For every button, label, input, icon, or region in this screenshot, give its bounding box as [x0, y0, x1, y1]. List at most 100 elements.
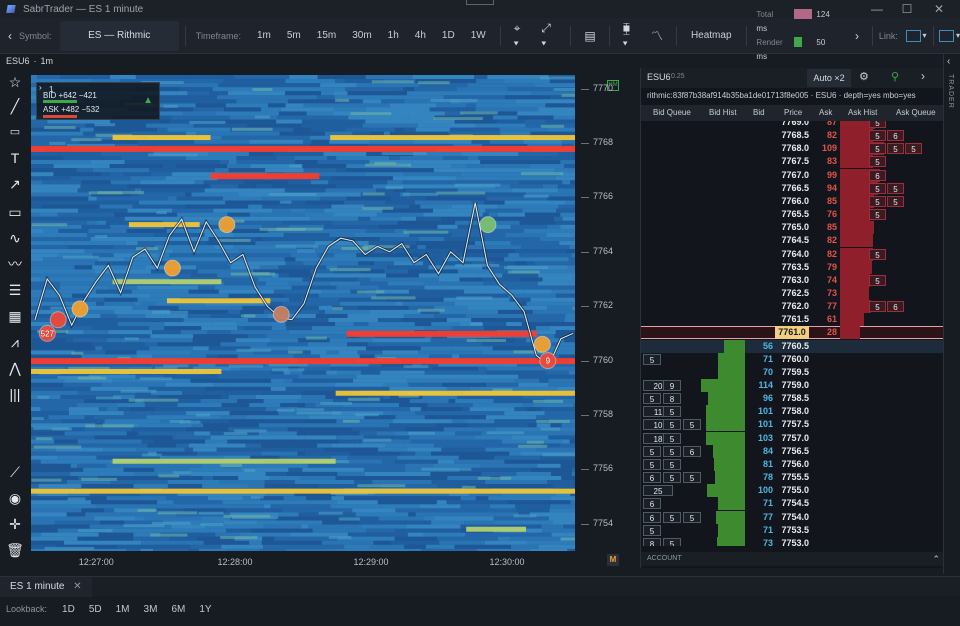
path-tool-icon[interactable]: ∿: [5, 228, 25, 248]
pattern-tool-icon[interactable]: ⩘: [5, 332, 25, 352]
timeframe-1w[interactable]: 1W: [463, 24, 494, 48]
dom-ask-row[interactable]: 7766.5 94 5 5: [641, 181, 944, 195]
timeframe-15m[interactable]: 15m: [309, 24, 344, 48]
candles-icon[interactable]: ⧯ ▾: [616, 21, 644, 51]
chevron-up-icon[interactable]: ⌃: [932, 552, 940, 566]
chevron-down-icon[interactable]: ▾: [923, 31, 927, 40]
time-axis[interactable]: 12:27:00 12:28:00 12:29:00 12:30:00: [31, 551, 575, 573]
back-button[interactable]: ‹: [0, 29, 19, 43]
timeframe-5m[interactable]: 5m: [279, 24, 309, 48]
dom-bid-row[interactable]: 70 7759.5: [641, 365, 944, 379]
fibonacci-tool-icon[interactable]: ☰: [5, 280, 25, 300]
trash-icon[interactable]: 🗑: [5, 540, 25, 560]
dom-ask-row[interactable]: 7766.0 85 5 5: [641, 194, 944, 208]
arrow-tool-icon[interactable]: ↗: [5, 174, 25, 194]
lookback-6m[interactable]: 6M: [164, 604, 192, 615]
dom-mode-button[interactable]: Auto ×2: [807, 69, 851, 87]
dom-ask-row[interactable]: 7765.5 76 5: [641, 208, 944, 222]
ruler-icon[interactable]: ▭: [5, 122, 25, 142]
crosshair-mode-icon[interactable]: ⌖ ▾: [507, 21, 535, 51]
timeframe-30m[interactable]: 30m: [344, 24, 379, 48]
dom-ask-row[interactable]: 7762.0 77 5 6: [641, 300, 944, 314]
measure-tool-icon[interactable]: |||: [5, 384, 25, 404]
layout-icon[interactable]: [939, 29, 955, 42]
chevron-left-icon[interactable]: ‹: [947, 56, 950, 67]
dom-last-trade-row[interactable]: 7761.0 28: [641, 326, 944, 340]
lookback-1m[interactable]: 1M: [109, 604, 137, 615]
dom-bid-row[interactable]: 96 7758.5 5 8: [641, 392, 944, 406]
settings-gear-icon[interactable]: ⚙: [859, 70, 869, 83]
maximize-button[interactable]: ☐: [892, 0, 922, 18]
dom-ask-row[interactable]: 7769.0 87 5: [641, 121, 944, 129]
dom-bid-row[interactable]: 77 7754.0 6 5 5: [641, 510, 944, 524]
price-cell: 7764.0: [781, 248, 809, 259]
timeframe-1h[interactable]: 1h: [380, 24, 407, 48]
market-badge[interactable]: M: [607, 554, 619, 566]
timeframe-1d[interactable]: 1D: [434, 24, 463, 48]
symbol-selector[interactable]: ES — Rithmic: [59, 20, 179, 51]
dom-ask-row[interactable]: 7762.5 73: [641, 286, 944, 300]
dom-ask-row[interactable]: 7764.0 82 5: [641, 247, 944, 261]
divider: [872, 25, 873, 46]
timeframe-1m[interactable]: 1m: [249, 24, 279, 48]
tooltip-expand-icon[interactable]: ›: [39, 83, 42, 92]
text-tool-icon[interactable]: T: [5, 148, 25, 168]
dom-bid-row[interactable]: 71 7754.5 6: [641, 497, 944, 511]
chevron-down-icon[interactable]: ▾: [956, 31, 960, 40]
tab-es-1-minute[interactable]: ES 1 minute ✕: [0, 576, 92, 597]
crosshair-icon[interactable]: ✛: [5, 514, 25, 534]
dom-ask-row[interactable]: 7767.0 99 6: [641, 168, 944, 182]
indicator-chart-icon[interactable]: ⟋: [5, 462, 25, 482]
indicators-icon[interactable]: 〽: [644, 27, 670, 44]
dom-bid-row[interactable]: 73 7753.0 8 5: [641, 536, 944, 546]
trader-tab[interactable]: TRADER: [947, 74, 954, 109]
document-icon[interactable]: ▤: [577, 29, 602, 43]
dom-bid-row[interactable]: 103 7757.0 18 5: [641, 431, 944, 445]
lookback-1d[interactable]: 1D: [55, 604, 82, 615]
dom-bid-row[interactable]: 71 7753.5 5: [641, 523, 944, 537]
rectangle-tool-icon[interactable]: ▭: [5, 202, 25, 222]
eye-icon[interactable]: ◉: [5, 488, 25, 508]
dom-ask-row[interactable]: 7764.5 82: [641, 234, 944, 248]
dom-rows[interactable]: 7769.0 87 5 7768.5 82 5 6 7768.0 109 5 5 5 7767.5 83 5…: [641, 121, 944, 546]
dom-ask-row[interactable]: 7768.0 109 5 5 5: [641, 142, 944, 156]
link-group-icon[interactable]: [905, 29, 921, 42]
wave-tool-icon[interactable]: ⋀: [5, 358, 25, 378]
account-panel-header[interactable]: ACCOUNT ⌃: [641, 552, 944, 566]
dom-bid-row[interactable]: 114 7759.0 20 9: [641, 379, 944, 392]
lookback-1y[interactable]: 1Y: [192, 604, 218, 615]
dom-bid-row[interactable]: 81 7756.0 5 5: [641, 457, 944, 471]
lookback-3m[interactable]: 3M: [137, 604, 165, 615]
favorites-star-icon[interactable]: ☆: [5, 72, 25, 92]
dom-ask-row[interactable]: 7763.0 74 5: [641, 273, 944, 287]
forward-button[interactable]: ›: [848, 29, 866, 43]
brush-tool-icon[interactable]: 〰: [5, 254, 25, 274]
timeframe-4h[interactable]: 4h: [407, 24, 434, 48]
dom-bid-row[interactable]: 101 7757.5 10 5 5: [641, 418, 944, 432]
dom-ask-row[interactable]: 7767.5 83 5: [641, 155, 944, 169]
dom-ask-row[interactable]: 7763.5 79: [641, 260, 944, 274]
close-button[interactable]: ✕: [924, 0, 954, 18]
drag-handle[interactable]: [466, 0, 494, 5]
collapse-chevron-icon[interactable]: ›: [921, 69, 925, 83]
heatmap-button[interactable]: Heatmap: [683, 24, 740, 48]
lookback-5d[interactable]: 5D: [82, 604, 109, 615]
dom-bid-row[interactable]: 101 7758.0 11 5: [641, 405, 944, 419]
dom-ask-row[interactable]: 7768.5 82 5 6: [641, 129, 944, 143]
dom-bid-row[interactable]: 84 7756.5 5 5 6: [641, 444, 944, 458]
dom-bid-row[interactable]: 71 7760.0 5: [641, 352, 944, 366]
dom-ask-row[interactable]: 7761.5 61: [641, 313, 944, 327]
minimize-button[interactable]: —: [862, 0, 892, 18]
dom-ask-row[interactable]: 7765.0 85: [641, 221, 944, 235]
grid-tool-icon[interactable]: ▦: [5, 306, 25, 326]
bid-queue-box: 5: [643, 353, 661, 365]
dom-bid-row[interactable]: 78 7755.5 6 5 5: [641, 471, 944, 485]
scale-mode-icon[interactable]: ⤢ ▾: [534, 21, 564, 51]
price-axis[interactable]: 7770 7768 7766 7764 7762 7760 7758 7756 7754: [575, 75, 635, 551]
tab-close-icon[interactable]: ✕: [73, 581, 81, 592]
dom-bid-row[interactable]: 56 7760.5: [641, 339, 944, 353]
trendline-icon[interactable]: ╱: [5, 96, 25, 116]
pin-icon[interactable]: ⚲: [891, 70, 899, 83]
dom-bid-row[interactable]: 100 7755.0 25: [641, 484, 944, 498]
heatmap-chart[interactable]: 527 9: [31, 75, 575, 551]
